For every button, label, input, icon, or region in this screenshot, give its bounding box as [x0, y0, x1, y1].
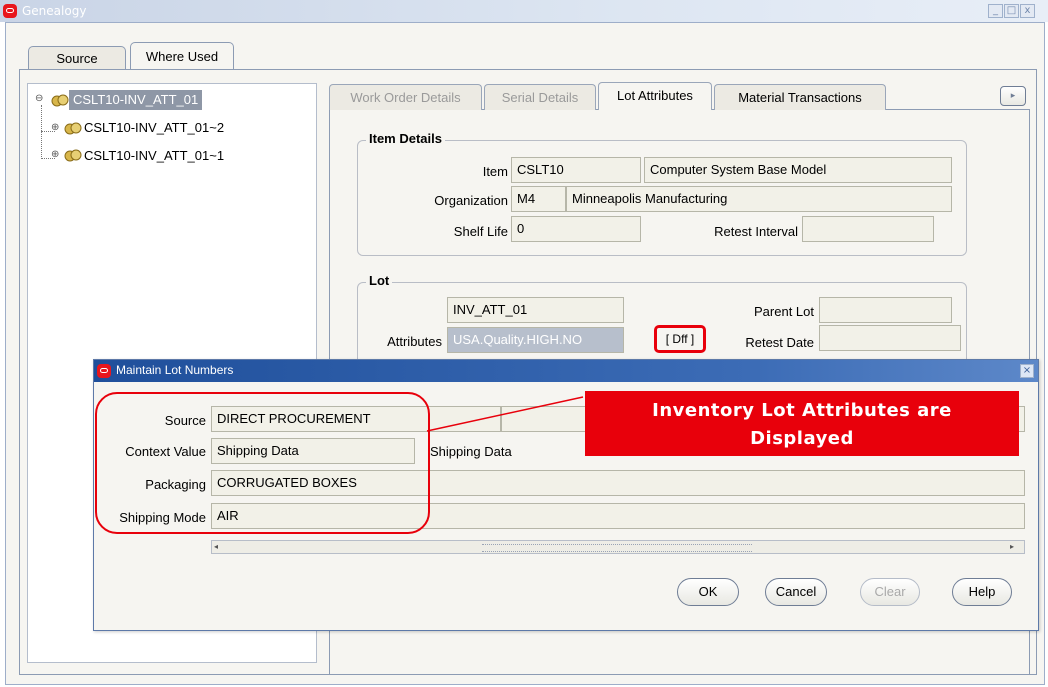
- ok-button[interactable]: OK: [677, 578, 739, 606]
- shelf-life-field[interactable]: 0: [511, 216, 641, 242]
- expand-icon[interactable]: ⊕: [51, 149, 64, 161]
- lot-folder-icon: [51, 94, 69, 107]
- shelf-life-label: Shelf Life: [453, 224, 508, 239]
- annotation-callout: Inventory Lot Attributes are Displayed: [585, 391, 1019, 456]
- expand-icon[interactable]: ⊕: [51, 122, 64, 134]
- organization-field[interactable]: M4: [511, 186, 566, 212]
- lot-title: Lot: [366, 273, 393, 288]
- item-details-title: Item Details: [366, 131, 445, 146]
- attributes-label: Attributes: [387, 334, 442, 349]
- tab-serial-details[interactable]: Serial Details: [484, 84, 596, 110]
- tab-source[interactable]: Source: [28, 46, 126, 70]
- retest-interval-label: Retest Interval: [714, 224, 798, 239]
- maximize-icon[interactable]: □: [1004, 4, 1019, 18]
- context-value-description: Shipping Data: [430, 444, 512, 459]
- minimize-icon[interactable]: _: [988, 4, 1003, 18]
- item-field[interactable]: CSLT10: [511, 157, 641, 183]
- parent-lot-label: Parent Lot: [754, 304, 814, 319]
- organization-description-field[interactable]: Minneapolis Manufacturing: [566, 186, 952, 212]
- lot-folder-icon: [64, 122, 82, 135]
- collapse-icon[interactable]: ⊖: [35, 93, 48, 106]
- item-description-field[interactable]: Computer System Base Model: [644, 157, 952, 183]
- close-icon[interactable]: ×: [1020, 364, 1034, 378]
- close-icon[interactable]: x: [1020, 4, 1035, 18]
- callout-pointer: [426, 396, 584, 432]
- tab-where-used[interactable]: Where Used: [130, 42, 234, 70]
- window-titlebar: Genealogy _ □ x: [0, 0, 1048, 22]
- retest-interval-field[interactable]: [802, 216, 934, 242]
- parent-lot-field[interactable]: [819, 297, 952, 323]
- callout-line-1: Inventory Lot Attributes are: [652, 400, 952, 421]
- retest-date-label: Retest Date: [745, 335, 814, 350]
- organization-label: Organization: [434, 193, 508, 208]
- dialog-title: Maintain Lot Numbers: [116, 363, 234, 377]
- tree-node-root[interactable]: CSLT10-INV_ATT_01: [69, 90, 203, 110]
- lot-field[interactable]: INV_ATT_01: [447, 297, 624, 323]
- dialog-titlebar: Maintain Lot Numbers ×: [94, 360, 1038, 382]
- horizontal-scrollbar[interactable]: ◂ ▸: [211, 540, 1025, 554]
- cancel-button[interactable]: Cancel: [765, 578, 827, 606]
- attributes-field[interactable]: USA.Quality.HIGH.NO: [447, 327, 624, 353]
- window-title: Genealogy: [22, 4, 87, 18]
- scroll-right-icon[interactable]: ▸: [1010, 542, 1022, 552]
- tree-node-child[interactable]: CSLT10-INV_ATT_01~1: [84, 146, 224, 166]
- help-button[interactable]: Help: [952, 578, 1012, 606]
- lot-folder-icon: [64, 149, 82, 162]
- scroll-tabs-right-button[interactable]: ▸: [1000, 86, 1026, 106]
- retest-date-field[interactable]: [819, 325, 961, 351]
- item-label: Item: [482, 164, 508, 179]
- clear-button[interactable]: Clear: [860, 578, 920, 606]
- tab-lot-attributes[interactable]: Lot Attributes: [598, 82, 712, 110]
- tab-work-order-details[interactable]: Work Order Details: [329, 84, 482, 110]
- tree-node-child[interactable]: CSLT10-INV_ATT_01~2: [84, 118, 224, 138]
- dff-button[interactable]: [ Dff ]: [654, 325, 706, 353]
- scrollbar-thumb[interactable]: [482, 544, 752, 552]
- highlight-outline: [95, 392, 430, 534]
- oracle-logo-icon: [97, 364, 111, 378]
- callout-line-2: Displayed: [750, 428, 854, 449]
- tab-material-transactions[interactable]: Material Transactions: [714, 84, 886, 110]
- oracle-logo-icon: [3, 4, 17, 18]
- scroll-left-icon[interactable]: ◂: [214, 542, 226, 552]
